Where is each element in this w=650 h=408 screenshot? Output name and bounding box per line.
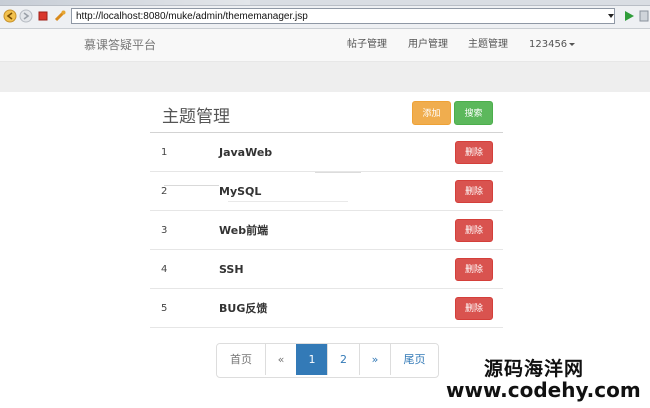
page-title: 主题管理 (162, 107, 230, 127)
row-topic-name: MySQL (219, 185, 262, 198)
back-arrow-icon[interactable] (3, 9, 17, 23)
page-first-link[interactable]: 首页 (217, 344, 265, 375)
row-topic-name: SSH (219, 263, 244, 276)
nav-item-topics[interactable]: 主题管理 (468, 29, 508, 61)
topic-table: 1 JavaWeb 删除 2 MySQL 删除 3 Web前端 删除 4 SSH… (150, 133, 503, 328)
go-play-icon[interactable] (622, 9, 636, 23)
page-link-active[interactable]: 1 (296, 344, 327, 375)
url-dropdown-icon[interactable] (607, 11, 615, 21)
row-index: 2 (161, 186, 168, 197)
refresh-icon[interactable] (53, 9, 67, 23)
nav-item-posts[interactable]: 帖子管理 (347, 29, 387, 61)
table-row: 1 JavaWeb 删除 (150, 133, 503, 172)
overlay-artifact (164, 185, 219, 186)
add-button[interactable]: 添加 (412, 101, 451, 125)
table-row: 5 BUG反馈 删除 (150, 289, 503, 328)
delete-button[interactable]: 删除 (455, 258, 493, 281)
page-prev-link[interactable]: « (265, 344, 296, 375)
delete-button[interactable]: 删除 (455, 297, 493, 320)
pagination: 首页 « 1 2 » 尾页 (216, 343, 439, 378)
row-index: 1 (161, 147, 168, 158)
row-index: 5 (161, 303, 168, 314)
site-brand[interactable]: 慕课答疑平台 (84, 29, 156, 61)
overlay-artifact (228, 201, 348, 202)
header-band (0, 62, 650, 92)
watermark-url: www.codehy.com (446, 378, 641, 402)
search-button[interactable]: 搜索 (454, 101, 493, 125)
caret-down-icon (569, 42, 576, 46)
url-input[interactable]: http://localhost:8080/muke/admin/themema… (71, 8, 615, 24)
browser-tabs[interactable] (0, 0, 250, 5)
row-index: 4 (161, 264, 168, 275)
forward-arrow-icon[interactable] (19, 9, 33, 23)
overlay-artifact (315, 172, 361, 173)
nav-item-users[interactable]: 用户管理 (408, 29, 448, 61)
page-last-link[interactable]: 尾页 (390, 344, 438, 375)
delete-button[interactable]: 删除 (455, 180, 493, 203)
row-topic-name: BUG反馈 (219, 302, 268, 315)
page-link[interactable]: 2 (327, 344, 359, 375)
browser-address-bar: http://localhost:8080/muke/admin/themema… (0, 6, 650, 29)
user-menu-dropdown[interactable]: 123456 (529, 29, 576, 61)
delete-button[interactable]: 删除 (455, 141, 493, 164)
table-row: 3 Web前端 删除 (150, 211, 503, 250)
extension-icon[interactable] (638, 9, 650, 23)
delete-button[interactable]: 删除 (455, 219, 493, 242)
user-menu-label: 123456 (529, 39, 568, 50)
row-index: 3 (161, 225, 168, 236)
table-row: 2 MySQL 删除 (150, 172, 503, 211)
watermark-name: 源码海洋网 (484, 358, 585, 380)
site-navbar: 慕课答疑平台 帖子管理 用户管理 主题管理 123456 (0, 29, 650, 62)
row-topic-name: JavaWeb (219, 146, 273, 159)
table-row: 4 SSH 删除 (150, 250, 503, 289)
stop-icon[interactable] (36, 9, 50, 23)
row-topic-name: Web前端 (219, 224, 269, 237)
page-next-link[interactable]: » (359, 344, 390, 375)
